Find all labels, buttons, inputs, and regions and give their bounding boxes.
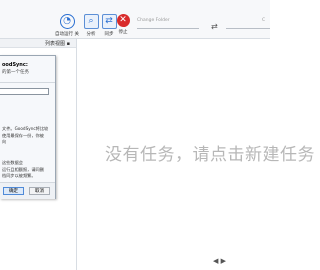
dialog-note: 这些数据会 运行且相额报，请同删 档同步以被频繁。 — [2, 160, 44, 178]
new-task-dialog: oodSync: 的第一个任务 文件。GoodSync将比较 使用最保存一份，你… — [0, 55, 56, 199]
swap-icon[interactable]: ⇄ — [211, 22, 218, 31]
task-name-input[interactable] — [0, 88, 49, 95]
right-folder-path-field[interactable] — [226, 28, 270, 29]
stop-label: 停止 — [118, 30, 128, 35]
analyze-label: 分析 — [86, 32, 96, 37]
list-view-label[interactable]: 列表视图 ▪ — [45, 40, 70, 47]
dialog-description: 文件。GoodSync将比较 使用最保存一份，你被 向 — [2, 126, 49, 144]
left-folder-path-field[interactable] — [137, 28, 199, 29]
list-view-header[interactable]: 列表视图 ▪ — [0, 39, 76, 48]
auto-run-label: 自动运行 关 — [55, 32, 79, 37]
dialog-footer: 确定 取消 — [0, 182, 55, 199]
change-folder-label[interactable]: Change Folder — [137, 18, 170, 23]
stop-button[interactable]: ✕ 停止 — [110, 14, 136, 35]
pager-arrows[interactable]: ◀ ▶ — [213, 257, 226, 265]
auto-run-button[interactable]: ◔ 自动运行 关 — [54, 14, 80, 37]
stop-icon: ✕ — [116, 14, 130, 27]
toolbar: ◔ 自动运行 关 ⌕ 分析 ⇄ 同步 ✕ 停止 Change Folder ⇄ … — [0, 0, 270, 39]
dialog-subtitle: 的第一个任务 — [2, 70, 29, 75]
ok-button[interactable]: 确定 — [3, 187, 24, 195]
dialog-divider — [0, 82, 55, 83]
clock-icon: ◔ — [59, 14, 75, 29]
cancel-button[interactable]: 取消 — [29, 187, 50, 195]
dialog-title: oodSync: — [2, 62, 28, 68]
right-folder-label[interactable]: C — [262, 18, 265, 23]
empty-task-message: 没有任务，请点击新建任务 — [105, 145, 315, 165]
